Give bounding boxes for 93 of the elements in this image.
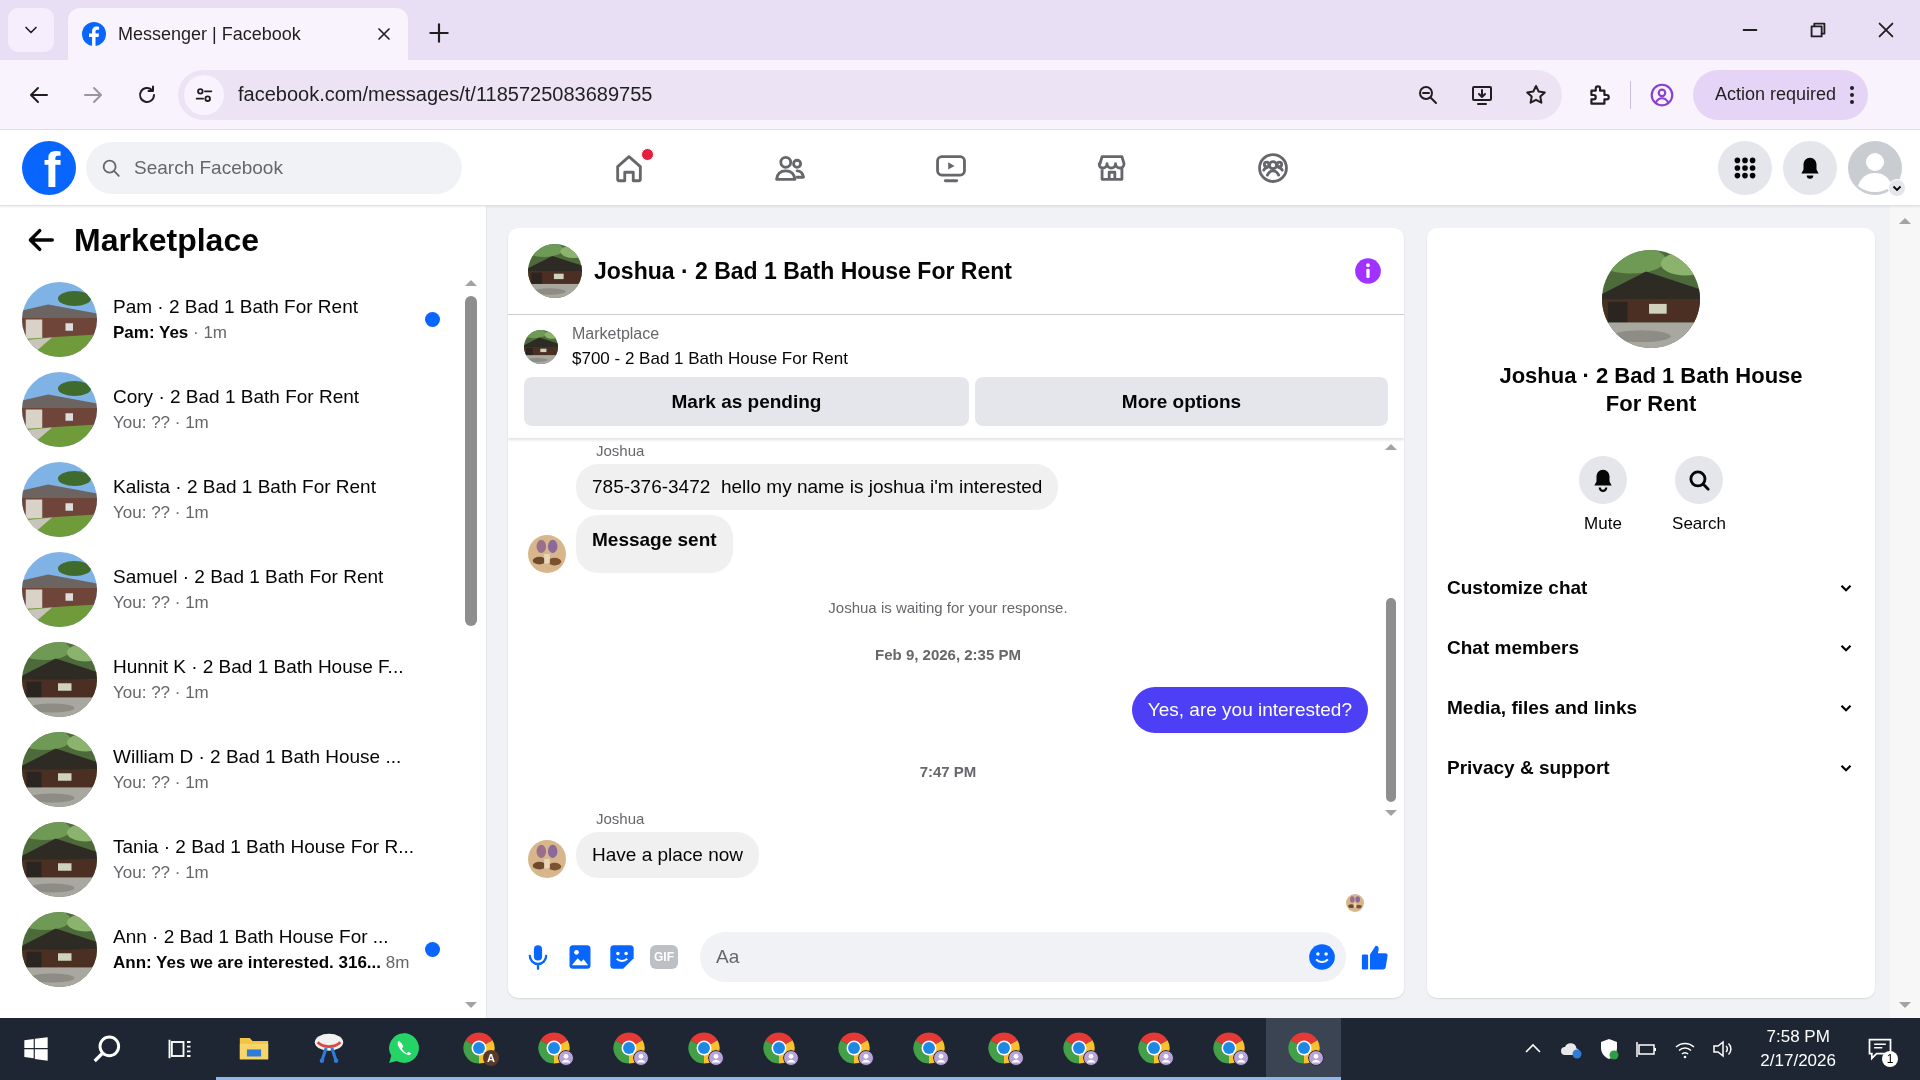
conversation-item[interactable]: Tania · 2 Bad 1 Bath House For R... You: ?? · 1m (22, 814, 462, 904)
profile-icon[interactable] (1649, 81, 1675, 108)
section-label: Customize chat (1447, 577, 1588, 599)
tab-title: Messenger | Facebook (118, 23, 302, 45)
section-label: Privacy & support (1447, 757, 1610, 779)
clock-date[interactable]: 2/17/2026 (1760, 1049, 1836, 1073)
message-preview: You: ?? · 1m (113, 592, 210, 613)
profile-badge-icon (633, 1050, 649, 1066)
chevron-icon (1888, 178, 1906, 197)
notification-count: 1 (1882, 1051, 1898, 1067)
sender-name: Joshua (596, 810, 646, 827)
conversation-item[interactable]: Pam · 2 Bad 1 Bath For Rent Pam: Yes · 1m (22, 274, 462, 364)
message-bubble: Yes, are you interested? (1131, 687, 1368, 733)
profile-badge-icon (708, 1050, 724, 1066)
more-options-button[interactable]: More options (975, 377, 1388, 426)
conversation-title: Cory · 2 Bad 1 Bath For Rent (113, 385, 361, 408)
profile-badge-icon (933, 1050, 949, 1066)
conversation-title: Hunnit K · 2 Bad 1 Bath House F... (113, 655, 405, 678)
notifications-button[interactable]: 1 (1858, 1029, 1902, 1069)
message-preview: You: ?? · 1m (113, 772, 210, 793)
clock-time[interactable]: 7:58 PM (1766, 1025, 1830, 1049)
info-icon[interactable] (1354, 257, 1382, 285)
taskbar-button[interactable] (1266, 1018, 1341, 1080)
conversation-title: Tania · 2 Bad 1 Bath House For R... (113, 835, 415, 858)
menu-button[interactable] (1718, 140, 1772, 195)
scrollbar[interactable] (1890, 206, 1920, 1018)
listing-label: Marketplace (572, 325, 661, 343)
conversation-item[interactable]: Ann · 2 Bad 1 Bath House For ... Ann: Yes we are interested. 316... 8m (22, 904, 462, 994)
conversation-item[interactable]: Hunnit K · 2 Bad 1 Bath House F... You: ?? · 1m (22, 634, 462, 724)
browser-tab[interactable]: Messenger | Facebook (68, 8, 408, 60)
groups-icon[interactable] (1255, 150, 1290, 185)
plus-icon[interactable] (426, 20, 452, 46)
more-icon (1850, 85, 1855, 104)
conversation-item[interactable]: Samuel · 2 Bad 1 Bath For Rent You: ?? · 1m (22, 544, 462, 634)
action-label: Search (1672, 514, 1726, 534)
message-preview: You: ?? · 1m (113, 412, 210, 433)
message-bubble: 785-376-3472 hello my name is joshua i'm interested (576, 464, 1059, 510)
conversation-title: William D · 2 Bad 1 Bath House ... (113, 745, 403, 768)
profile-badge-icon (858, 1050, 874, 1066)
timestamp: 7:47 PM (918, 763, 978, 780)
section-row[interactable]: Chat members (1447, 618, 1855, 678)
message-bubble: Message sent (576, 515, 733, 573)
section-row[interactable]: Privacy & support (1447, 738, 1855, 798)
conversation-title: Pam · 2 Bad 1 Bath For Rent (113, 295, 359, 318)
profile-badge-icon (558, 1050, 574, 1066)
timestamp: Feb 9, 2026, 2:35 PM (874, 646, 1022, 663)
section-row[interactable]: Media, files and links (1447, 678, 1855, 738)
profile-badge: A (483, 1050, 499, 1066)
system-notice: Joshua is waiting for your response. (827, 599, 1069, 616)
action-required-button[interactable]: Action required (1693, 69, 1869, 120)
section-row[interactable]: Customize chat (1447, 558, 1855, 618)
message-bubble: Have a place now (576, 832, 760, 878)
emoji-icon[interactable] (1308, 943, 1336, 971)
conversation-title: Kalista · 2 Bad 1 Bath For Rent (113, 475, 377, 498)
conversation-item[interactable]: Cory · 2 Bad 1 Bath For Rent You: ?? · 1m (22, 364, 462, 454)
facebook-logo[interactable]: f (22, 140, 76, 195)
windows-icon[interactable] (22, 1035, 50, 1063)
section-label: Media, files and links (1447, 697, 1638, 719)
message-preview: Pam: Yes · 1m (113, 322, 229, 343)
conversation-title: Ann · 2 Bad 1 Bath House For ... (113, 925, 390, 948)
chat-bubble-icon (386, 1030, 421, 1065)
star-icon[interactable] (1524, 82, 1548, 107)
section-label: Chat members (1447, 637, 1579, 659)
taskbar-button[interactable]: A (441, 1018, 516, 1080)
search-button[interactable] (1675, 456, 1723, 504)
mark-pending-button[interactable]: Mark as pending (524, 377, 969, 426)
profile-badge-icon (783, 1050, 799, 1066)
action-label: Mute (1584, 514, 1622, 534)
conversation-item[interactable]: William D · 2 Bad 1 Bath House ... You: ?? · 1m (22, 724, 462, 814)
sticker-icon[interactable] (608, 943, 636, 971)
message-preview: You: ?? · 1m (113, 682, 210, 703)
profile-badge-icon (1008, 1050, 1024, 1066)
profile-badge-icon (1233, 1050, 1249, 1066)
message-preview: You: ?? · 1m (113, 502, 210, 523)
conversation-title: Samuel · 2 Bad 1 Bath For Rent (113, 565, 385, 588)
facebook-icon (82, 22, 106, 46)
message-preview: You: ?? · 1m (113, 862, 210, 883)
message-field[interactable]: Aa (700, 932, 1346, 982)
mute-button[interactable] (1579, 456, 1627, 504)
page-title: Marketplace (74, 221, 259, 259)
profile-badge-icon (1083, 1050, 1099, 1066)
listing-title[interactable]: $700 - 2 Bad 1 Bath House For Rent (572, 349, 848, 369)
chrome-icon (461, 1030, 496, 1065)
message-preview: Ann: Yes we are interested. 316... 8m (113, 952, 409, 973)
address-bar[interactable]: facebook.com/messages/t/1185725083689755 (178, 69, 1562, 120)
chat-title: Joshua · 2 Bad 1 Bath House For Rent (594, 257, 1013, 285)
profile-badge-icon (1158, 1050, 1174, 1066)
sender-name: Joshua (596, 442, 646, 459)
notifications-button[interactable] (1783, 140, 1837, 195)
conversation-item[interactable]: Kalista · 2 Bad 1 Bath For Rent You: ?? · 1m (22, 454, 462, 544)
profile-badge-icon (1308, 1050, 1324, 1066)
contact-name: Joshua · 2 Bad 1 Bath House For Rent (1498, 362, 1804, 418)
search-field[interactable]: Search Facebook (86, 141, 462, 194)
